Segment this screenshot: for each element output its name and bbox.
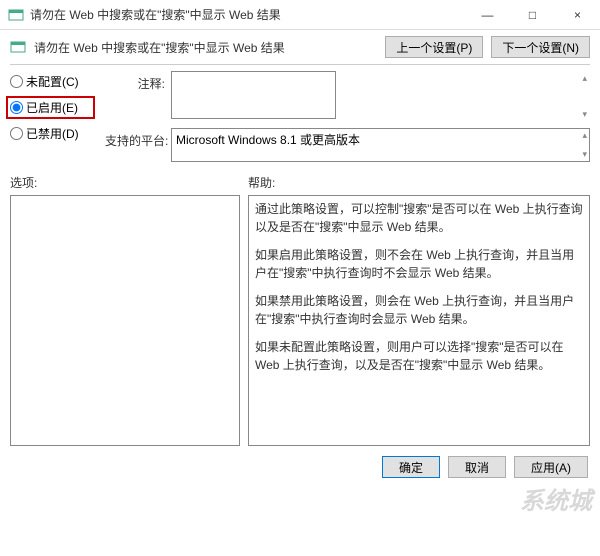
state-radios: 未配置(C) 已启用(E) 已禁用(D) [10, 71, 95, 168]
platform-label: 支持的平台: [105, 128, 165, 149]
help-column: 帮助: 通过此策略设置，可以控制"搜索"是否可以在 Web 上执行查询以及是否在… [248, 174, 590, 446]
help-paragraph: 通过此策略设置，可以控制"搜索"是否可以在 Web 上执行查询以及是否在"搜索"… [255, 200, 583, 236]
comment-textarea[interactable] [171, 71, 336, 119]
header-row: 请勿在 Web 中搜索或在"搜索"中显示 Web 结果 上一个设置(P) 下一个… [0, 30, 600, 64]
lower-panels: 选项: 帮助: 通过此策略设置，可以控制"搜索"是否可以在 Web 上执行查询以… [0, 168, 600, 446]
scroll-down-icon: ▾ [582, 149, 587, 160]
radio-disabled-input[interactable] [10, 127, 23, 140]
policy-title: 请勿在 Web 中搜索或在"搜索"中显示 Web 结果 [34, 39, 377, 56]
cancel-button[interactable]: 取消 [448, 456, 506, 478]
next-setting-button[interactable]: 下一个设置(N) [491, 36, 590, 58]
fields: 注释: ▴ ▾ 支持的平台: Microsoft Windows 8.1 或更高… [105, 71, 590, 168]
radio-enabled-input[interactable] [10, 101, 23, 114]
button-row: 确定 取消 应用(A) [0, 446, 600, 488]
platform-text: Microsoft Windows 8.1 或更高版本 [171, 128, 590, 162]
radio-not-configured-input[interactable] [10, 75, 23, 88]
previous-setting-button[interactable]: 上一个设置(P) [385, 36, 483, 58]
close-button[interactable]: × [555, 0, 600, 29]
options-box [10, 195, 240, 446]
policy-header-icon [10, 39, 26, 55]
radio-not-configured[interactable]: 未配置(C) [10, 73, 95, 90]
help-paragraph: 如果未配置此策略设置，则用户可以选择"搜索"是否可以在 Web 上执行查询，以及… [255, 338, 583, 374]
help-paragraph: 如果启用此策略设置，则不会在 Web 上执行查询，并且当用户在"搜索"中执行查询… [255, 246, 583, 282]
radio-disabled-label: 已禁用(D) [26, 125, 79, 142]
scroll-up-icon: ▴ [582, 73, 587, 84]
radio-enabled-label: 已启用(E) [26, 99, 78, 116]
window-buttons: — □ × [465, 0, 600, 29]
options-column: 选项: [10, 174, 240, 446]
options-label: 选项: [10, 174, 240, 191]
comment-label: 注释: [105, 71, 165, 92]
platform-row: 支持的平台: Microsoft Windows 8.1 或更高版本 ▴ ▾ [105, 128, 590, 162]
scroll-down-icon: ▾ [582, 109, 587, 120]
maximize-button[interactable]: □ [510, 0, 555, 29]
scroll-up-icon: ▴ [582, 130, 587, 141]
radio-enabled[interactable]: 已启用(E) [6, 96, 95, 119]
titlebar: 请勿在 Web 中搜索或在"搜索"中显示 Web 结果 — □ × [0, 0, 600, 30]
help-box[interactable]: 通过此策略设置，可以控制"搜索"是否可以在 Web 上执行查询以及是否在"搜索"… [248, 195, 590, 446]
radio-not-configured-label: 未配置(C) [26, 73, 79, 90]
minimize-button[interactable]: — [465, 0, 510, 29]
help-paragraph: 如果禁用此策略设置，则会在 Web 上执行查询，并且当用户在"搜索"中执行查询时… [255, 292, 583, 328]
help-label: 帮助: [248, 174, 590, 191]
ok-button[interactable]: 确定 [382, 456, 440, 478]
window-title: 请勿在 Web 中搜索或在"搜索"中显示 Web 结果 [30, 6, 465, 23]
policy-icon [8, 7, 24, 23]
comment-row: 注释: ▴ ▾ [105, 71, 590, 122]
config-area: 未配置(C) 已启用(E) 已禁用(D) 注释: ▴ ▾ 支持的平台: Micr… [0, 71, 600, 168]
radio-disabled[interactable]: 已禁用(D) [10, 125, 95, 142]
divider [10, 64, 590, 65]
apply-button[interactable]: 应用(A) [514, 456, 588, 478]
